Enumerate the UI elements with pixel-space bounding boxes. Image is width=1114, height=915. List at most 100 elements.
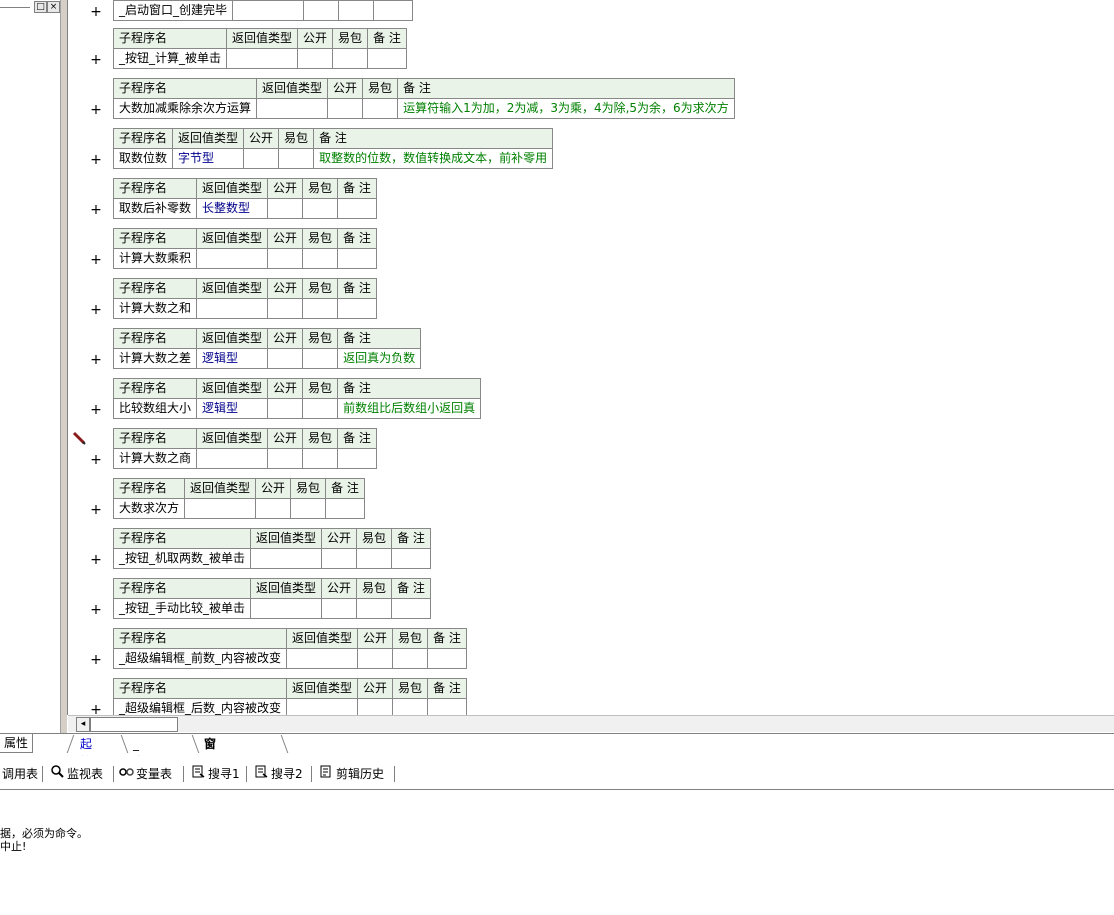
return-type[interactable] [256,98,329,119]
easy-flag[interactable] [362,98,399,119]
easy-flag[interactable] [302,398,339,419]
public-flag[interactable] [267,298,304,319]
subroutine-row[interactable]: 计算大数之商 [112,448,377,469]
subroutine-row[interactable]: 取数后补零数 长整数型 [112,198,377,219]
subroutine-name[interactable]: 计算大数之商 [112,448,198,469]
expand-plus-icon[interactable]: + [88,153,104,167]
return-type[interactable] [250,548,323,569]
public-flag[interactable] [267,398,304,419]
expand-plus-icon[interactable]: + [88,303,104,317]
easy-flag[interactable] [302,448,339,469]
subroutine-name[interactable]: 大数加减乘除余次方运算 [112,98,258,119]
easy-flag[interactable] [332,48,369,69]
easy-flag[interactable] [302,248,339,269]
subroutine-name[interactable]: 计算大数乘积 [112,248,198,269]
expand-plus-icon[interactable]: + [88,403,104,417]
expand-plus-icon[interactable]: + [88,653,104,667]
easy-flag[interactable] [302,198,339,219]
output-panel[interactable]: 据，必须为命令。 中止! [0,790,1114,915]
public-flag[interactable] [243,148,280,169]
subroutine-note[interactable] [325,498,365,519]
subroutine-row[interactable]: _超级编辑框_后数_内容被改变 [112,698,467,715]
easy-flag[interactable] [392,698,429,715]
find1-button[interactable]: 搜寻1 [191,765,240,783]
subroutine-row[interactable]: _超级编辑框_前数_内容被改变 [112,648,467,669]
subroutine-note[interactable] [337,448,377,469]
return-type[interactable] [286,648,359,669]
subroutine-note[interactable] [367,48,407,69]
subroutine-row[interactable]: _按钮_机取两数_被单击 [112,548,431,569]
subroutine-row[interactable]: 取数位数 字节型 取整数的位数，数值转换成文本，前补零用 [112,148,554,169]
return-type[interactable]: 字节型 [172,148,245,169]
return-type[interactable] [196,298,269,319]
subroutine-name[interactable]: 取数位数 [112,148,174,169]
return-type[interactable] [232,0,305,21]
subroutine-row[interactable]: 大数求次方 [112,498,365,519]
subroutine-row[interactable]: _按钮_手动比较_被单击 [112,598,431,619]
tab-window-module[interactable]: 窗口程序集1 [198,735,222,841]
expand-plus-icon[interactable]: + [88,53,104,67]
subroutine-name[interactable]: _按钮_计算_被单击 [112,48,228,69]
easy-flag[interactable] [356,598,393,619]
subroutine-note[interactable] [373,0,413,21]
expand-plus-icon[interactable]: + [88,703,104,715]
subroutine-name[interactable]: 计算大数之差 [112,348,198,369]
return-type[interactable]: 逻辑型 [196,348,269,369]
subroutine-name[interactable]: _按钮_机取两数_被单击 [112,548,252,569]
return-type[interactable]: 逻辑型 [196,398,269,419]
subroutine-note[interactable] [337,198,377,219]
easy-flag[interactable] [338,0,375,21]
variables-table-button[interactable]: 变量表 [119,765,172,783]
subroutine-note[interactable]: 前数组比后数组小返回真 [337,398,482,419]
code-editor[interactable]: +子程序名返回值类型公开易包备 注_启动窗口_创建完毕+子程序名返回值类型公开易… [88,0,1114,715]
public-flag[interactable] [267,248,304,269]
subroutine-note[interactable] [427,698,467,715]
clip-history-button[interactable]: 剪辑历史 [319,765,384,783]
public-flag[interactable] [303,0,340,21]
subroutine-name[interactable]: _按钮_手动比较_被单击 [112,598,252,619]
expand-plus-icon[interactable]: + [88,203,104,217]
expand-plus-icon[interactable]: + [88,253,104,267]
subroutine-note[interactable] [337,298,377,319]
subroutine-row[interactable]: 计算大数之差 逻辑型 返回真为负数 [112,348,422,369]
public-flag[interactable] [267,198,304,219]
watch-table-button[interactable]: 监视表 [50,765,103,783]
tab-start-page[interactable]: 起始页 [74,735,98,787]
properties-tab[interactable]: 属性 [0,734,34,753]
public-flag[interactable] [267,448,304,469]
public-flag[interactable] [357,648,394,669]
easy-flag[interactable] [278,148,315,169]
public-flag[interactable] [321,548,358,569]
call-table-button[interactable]: 调用表 [2,765,38,783]
public-flag[interactable] [297,48,334,69]
return-type[interactable] [196,448,269,469]
subroutine-note[interactable]: 取整数的位数，数值转换成文本，前补零用 [313,148,554,169]
expand-plus-icon[interactable]: + [88,553,104,567]
subroutine-name[interactable]: _超级编辑框_后数_内容被改变 [112,698,288,715]
return-type[interactable] [226,48,299,69]
expand-plus-icon[interactable]: + [88,603,104,617]
subroutine-name[interactable]: _启动窗口_创建完毕 [112,0,234,21]
return-type[interactable] [184,498,257,519]
return-type[interactable] [196,248,269,269]
subroutine-row[interactable]: 计算大数之和 [112,298,377,319]
public-flag[interactable] [255,498,292,519]
subroutine-note[interactable] [391,598,431,619]
subroutine-name[interactable]: 比较数组大小 [112,398,198,419]
subroutine-name[interactable]: _超级编辑框_前数_内容被改变 [112,648,288,669]
easy-flag[interactable] [392,648,429,669]
public-flag[interactable] [327,98,364,119]
easy-flag[interactable] [302,298,339,319]
close-icon[interactable]: × [47,1,60,13]
subroutine-row[interactable]: 大数加减乘除余次方运算 运算符输入1为加，2为减，3为乘，4为除,5为余，6为求次… [112,98,735,119]
public-flag[interactable] [321,598,358,619]
easy-flag[interactable] [356,548,393,569]
horizontal-scrollbar[interactable]: ◂ [68,715,1114,732]
find2-button[interactable]: 搜寻2 [254,765,303,783]
restore-icon[interactable]: □ [34,1,47,13]
return-type[interactable] [250,598,323,619]
subroutine-row[interactable]: _启动窗口_创建完毕 [112,0,413,21]
subroutine-note[interactable]: 返回真为负数 [337,348,422,369]
easy-flag[interactable] [302,348,339,369]
easy-flag[interactable] [290,498,327,519]
